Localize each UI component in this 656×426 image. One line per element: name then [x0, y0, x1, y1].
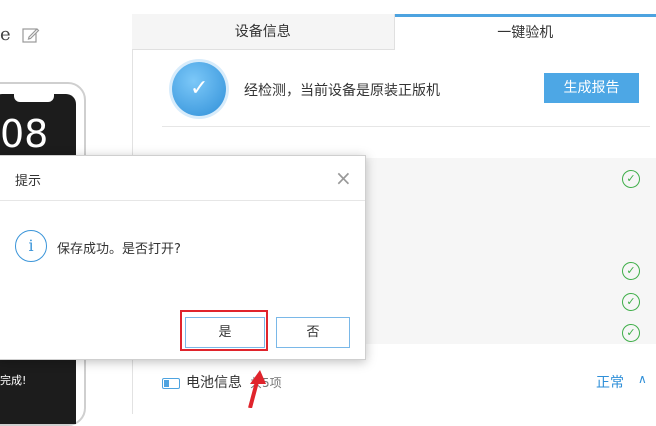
- no-button[interactable]: 否: [276, 317, 350, 348]
- phone-clock: 08: [0, 112, 48, 156]
- pass-check-icon: ✓: [622, 262, 640, 280]
- pass-check-icon: ✓: [622, 324, 640, 342]
- dialog-header: 提示 ×: [0, 156, 365, 201]
- edit-icon[interactable]: [22, 26, 40, 44]
- tab-bar: 设备信息 一键验机: [132, 14, 656, 50]
- verified-badge-icon: ✓: [172, 62, 226, 116]
- divider: [162, 126, 650, 127]
- dialog-message: 保存成功。是否打开?: [57, 238, 181, 257]
- prompt-dialog: 提示 × i 保存成功。是否打开? 是 否: [0, 155, 366, 360]
- verify-status-text: 经检测，当前设备是原装正版机: [244, 80, 440, 100]
- yes-button-highlight: [180, 310, 268, 351]
- battery-status: 正常: [596, 372, 624, 392]
- battery-label: 电池信息: [186, 375, 242, 391]
- pass-check-icon: ✓: [622, 170, 640, 188]
- check-icon: ✓: [190, 76, 208, 101]
- info-icon: i: [15, 230, 47, 262]
- tab-device-info[interactable]: 设备信息: [132, 14, 395, 50]
- annotation-arrow-icon: [246, 368, 270, 408]
- phone-notch: [14, 94, 54, 102]
- generate-report-button[interactable]: 生成报告: [544, 73, 639, 103]
- dialog-title: 提示: [15, 170, 41, 189]
- phone-done-text: 完成!: [0, 372, 26, 388]
- tab-one-click-verify[interactable]: 一键验机: [395, 14, 656, 50]
- close-icon[interactable]: ×: [335, 166, 352, 190]
- device-name-fragment: e: [0, 24, 11, 45]
- chevron-up-icon[interactable]: ∧: [638, 372, 647, 386]
- pass-check-icon: ✓: [622, 293, 640, 311]
- battery-icon: [162, 378, 180, 389]
